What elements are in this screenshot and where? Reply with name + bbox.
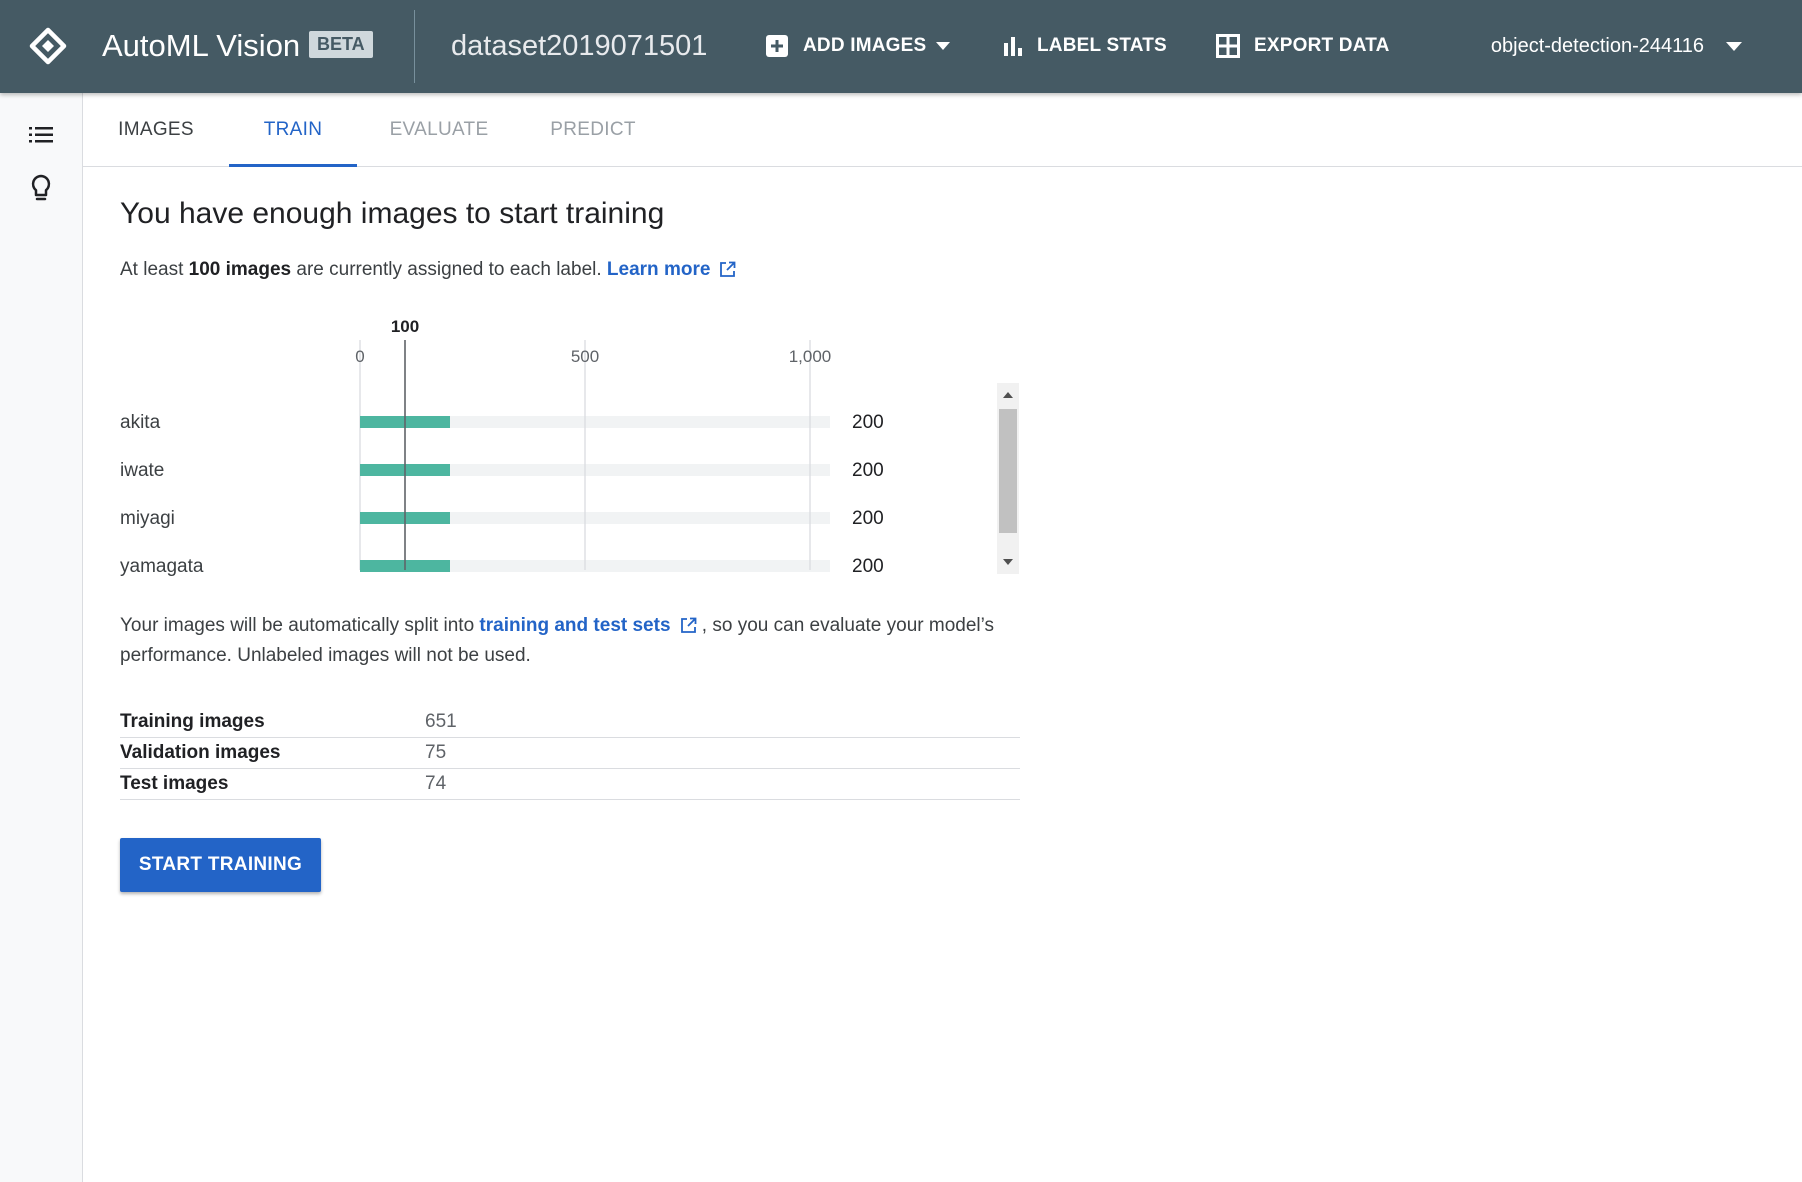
training-test-sets-link[interactable]: training and test sets	[479, 615, 696, 636]
export-data-label: EXPORT DATA	[1254, 35, 1390, 56]
header-divider	[414, 10, 415, 83]
value-label: 200	[852, 508, 884, 529]
split-summary-table: Training images 651 Validation images 75…	[120, 707, 1020, 800]
scroll-up-icon[interactable]	[997, 385, 1019, 405]
project-selector[interactable]: object-detection-244116	[1491, 26, 1742, 66]
label-count-chart: 0 500 1,000 akita 200 iwate 200 miyagi 200 yamaga…	[110, 300, 1030, 590]
tab-evaluate[interactable]: EVALUATE	[357, 93, 521, 166]
beta-badge: BETA	[309, 31, 373, 58]
value-label: 200	[852, 412, 884, 433]
training-test-sets-label: training and test sets	[479, 615, 671, 636]
project-name: object-detection-244116	[1490, 34, 1704, 57]
tab-train[interactable]: TRAIN	[229, 93, 357, 167]
tab-bar: IMAGES TRAIN EVALUATE PREDICT	[83, 93, 1802, 167]
tab-predict[interactable]: PREDICT	[521, 93, 665, 166]
row-label: Validation images	[120, 737, 425, 769]
chevron-down-icon	[1726, 41, 1742, 51]
intro-suffix: are currently assigned to each label.	[291, 259, 607, 280]
side-rail	[0, 93, 83, 1182]
export-data-button[interactable]: EXPORT DATA	[1216, 26, 1390, 66]
tick-label: 1,000	[789, 347, 832, 366]
open-in-new-icon	[720, 261, 736, 277]
scroll-down-icon[interactable]	[997, 552, 1019, 572]
category-label: iwate	[120, 460, 164, 481]
row-value: 651	[425, 707, 1020, 738]
table-row: Validation images 75	[120, 737, 1020, 769]
grid-icon	[1216, 34, 1240, 58]
lightbulb-icon[interactable]	[26, 173, 56, 203]
label-stats-label: LABEL STATS	[1037, 35, 1167, 56]
row-label: Test images	[120, 768, 425, 800]
split-description: Your images will be automatically split …	[120, 611, 1000, 671]
intro-prefix: At least	[120, 259, 189, 280]
top-app-bar: AutoML Vision BETA dataset2019071501 ADD…	[0, 0, 1802, 93]
add-images-button[interactable]: ADD IMAGES	[765, 26, 964, 66]
list-icon[interactable]	[26, 120, 56, 150]
tick-label: 0	[355, 347, 364, 366]
add-box-icon	[766, 35, 788, 57]
threshold-label: 100	[391, 317, 419, 336]
learn-more-link[interactable]: Learn more	[607, 259, 736, 280]
tick-label: 500	[571, 347, 599, 366]
label-count-chart-svg: 0 500 1,000 akita 200 iwate 200 miyagi 200 yamaga…	[120, 317, 884, 577]
row-label: Training images	[120, 707, 425, 738]
table-row: Test images 74	[120, 768, 1020, 800]
row-value: 75	[425, 737, 1020, 769]
scroll-thumb[interactable]	[999, 409, 1017, 533]
dataset-name: dataset2019071501	[451, 30, 708, 62]
category-label: akita	[120, 412, 161, 433]
open-in-new-icon	[680, 617, 696, 633]
split-prefix: Your images will be automatically split …	[120, 615, 480, 636]
chart-scrollbar[interactable]	[997, 383, 1019, 574]
value-label: 200	[852, 556, 884, 577]
label-stats-button[interactable]: LABEL STATS	[1003, 26, 1167, 66]
learn-more-label: Learn more	[606, 259, 711, 280]
tab-images[interactable]: IMAGES	[83, 93, 229, 166]
bar-chart-icon	[1004, 37, 1022, 56]
value-label: 200	[852, 460, 884, 481]
table-row: Training images 651	[120, 707, 1020, 738]
app-title: AutoML Vision	[102, 28, 301, 63]
category-label: yamagata	[120, 556, 204, 577]
intro-text: At least 100 images are currently assign…	[120, 259, 736, 281]
start-training-button[interactable]: START TRAINING	[120, 838, 321, 892]
chevron-down-icon	[936, 42, 951, 50]
add-images-label: ADD IMAGES	[803, 35, 927, 56]
row-value: 74	[425, 768, 1020, 800]
page-title: You have enough images to start training	[120, 197, 665, 230]
category-label: miyagi	[120, 508, 175, 529]
intro-bold: 100 images	[188, 259, 292, 280]
automl-logo-icon[interactable]	[28, 26, 68, 66]
